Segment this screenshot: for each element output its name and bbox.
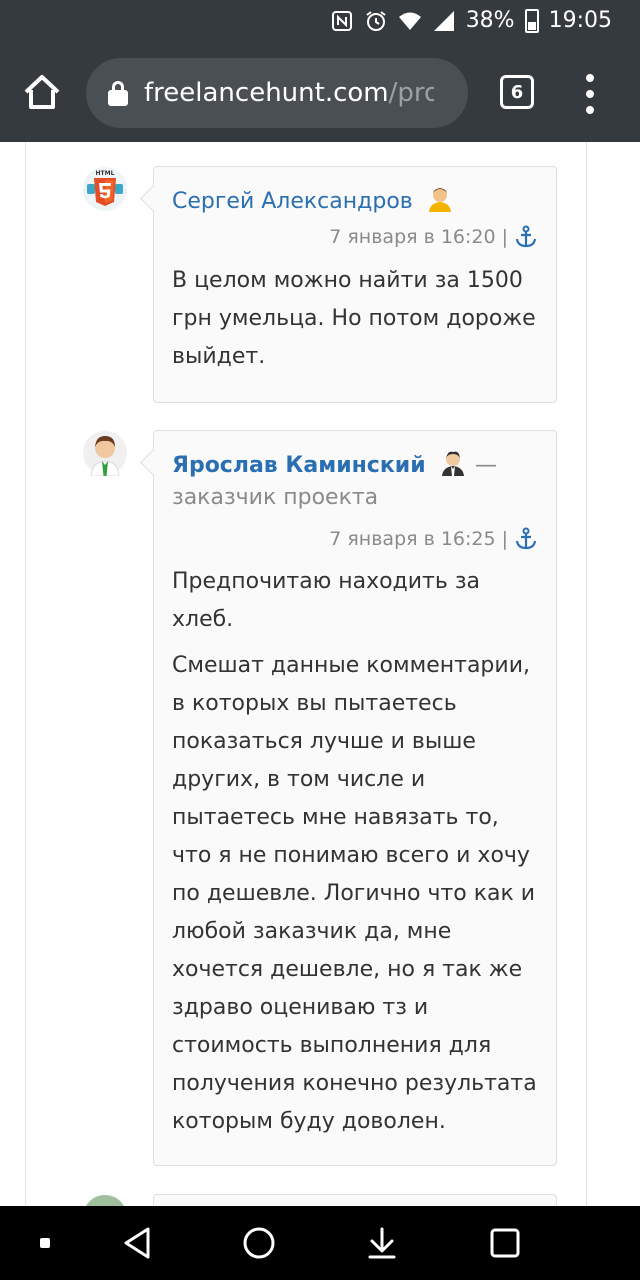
recents-icon[interactable] xyxy=(478,1206,532,1280)
svg-text:HTML: HTML xyxy=(96,170,115,177)
anchor-icon[interactable] xyxy=(514,527,538,551)
back-icon[interactable] xyxy=(110,1206,164,1280)
download-arrow-icon[interactable] xyxy=(355,1206,409,1280)
comment-timestamp: 7 января в 16:25 xyxy=(329,528,496,550)
battery-icon xyxy=(524,8,539,33)
comment-author[interactable]: Сергей Александров xyxy=(172,185,454,214)
comment-author[interactable]: Ярослав Каминский — xyxy=(172,449,497,478)
status-bar: 38% 19:05 xyxy=(0,0,640,44)
tab-count: 6 xyxy=(510,81,524,103)
overflow-menu-icon[interactable] xyxy=(580,74,600,114)
home-icon[interactable] xyxy=(22,72,62,112)
browser-toolbar: freelancehunt.com/pro 6 xyxy=(0,44,640,142)
tab-switcher-button[interactable]: 6 xyxy=(500,75,534,109)
url-path: /pro xyxy=(388,78,434,108)
user-avatar[interactable] xyxy=(82,430,128,476)
url-domain: freelancehunt.com xyxy=(144,78,389,108)
meta-separator: | xyxy=(501,226,508,248)
freelancer-user-icon xyxy=(428,188,451,212)
comment-meta: 7 января в 16:25 | xyxy=(329,527,538,551)
battery-percent: 38% xyxy=(465,8,515,33)
alarm-icon xyxy=(366,10,386,31)
comment-meta: 7 января в 16:20 | xyxy=(329,225,538,249)
lock-icon xyxy=(108,80,128,106)
wifi-icon xyxy=(398,12,421,30)
comment-text: Предпочитаю находить за хлеб. xyxy=(172,569,481,632)
anchor-icon[interactable] xyxy=(514,225,538,249)
client-user-icon xyxy=(442,451,465,476)
html5-avatar[interactable]: HTML xyxy=(82,166,128,212)
comment-text: В целом можно найти за 1500 грн умельца.… xyxy=(172,268,536,369)
home-circle-icon[interactable] xyxy=(232,1206,286,1280)
system-nav-bar xyxy=(0,1206,640,1280)
signal-icon xyxy=(433,10,454,31)
url-text[interactable]: freelancehunt.com/pro xyxy=(144,78,434,108)
comment-text: Смешат данные комментарии, в которых вы … xyxy=(172,653,537,1134)
pin-dot-icon[interactable] xyxy=(30,1206,60,1280)
author-name[interactable]: Ярослав Каминский xyxy=(172,453,426,478)
page-content: HTML Сергей Александров 7 января в 16:20… xyxy=(0,142,640,1206)
address-bar[interactable]: freelancehunt.com/pro xyxy=(86,58,468,128)
user-avatar[interactable] xyxy=(82,1194,128,1206)
role-dash: — xyxy=(474,453,497,478)
author-name[interactable]: Сергей Александров xyxy=(172,189,413,214)
comment-card: Сергей Александров 7 января в 16:20 | В … xyxy=(153,166,557,403)
status-icons: 38% 19:05 xyxy=(330,8,612,33)
meta-separator: | xyxy=(501,528,508,550)
comment-timestamp: 7 января в 16:20 xyxy=(329,226,496,248)
nfc-icon xyxy=(331,10,352,31)
comment-card: Ярослав Каминский — заказчик проекта 7 я… xyxy=(153,430,557,1166)
comment-card xyxy=(153,1194,557,1206)
author-role: заказчик проекта xyxy=(172,485,379,510)
clock: 19:05 xyxy=(548,8,612,33)
